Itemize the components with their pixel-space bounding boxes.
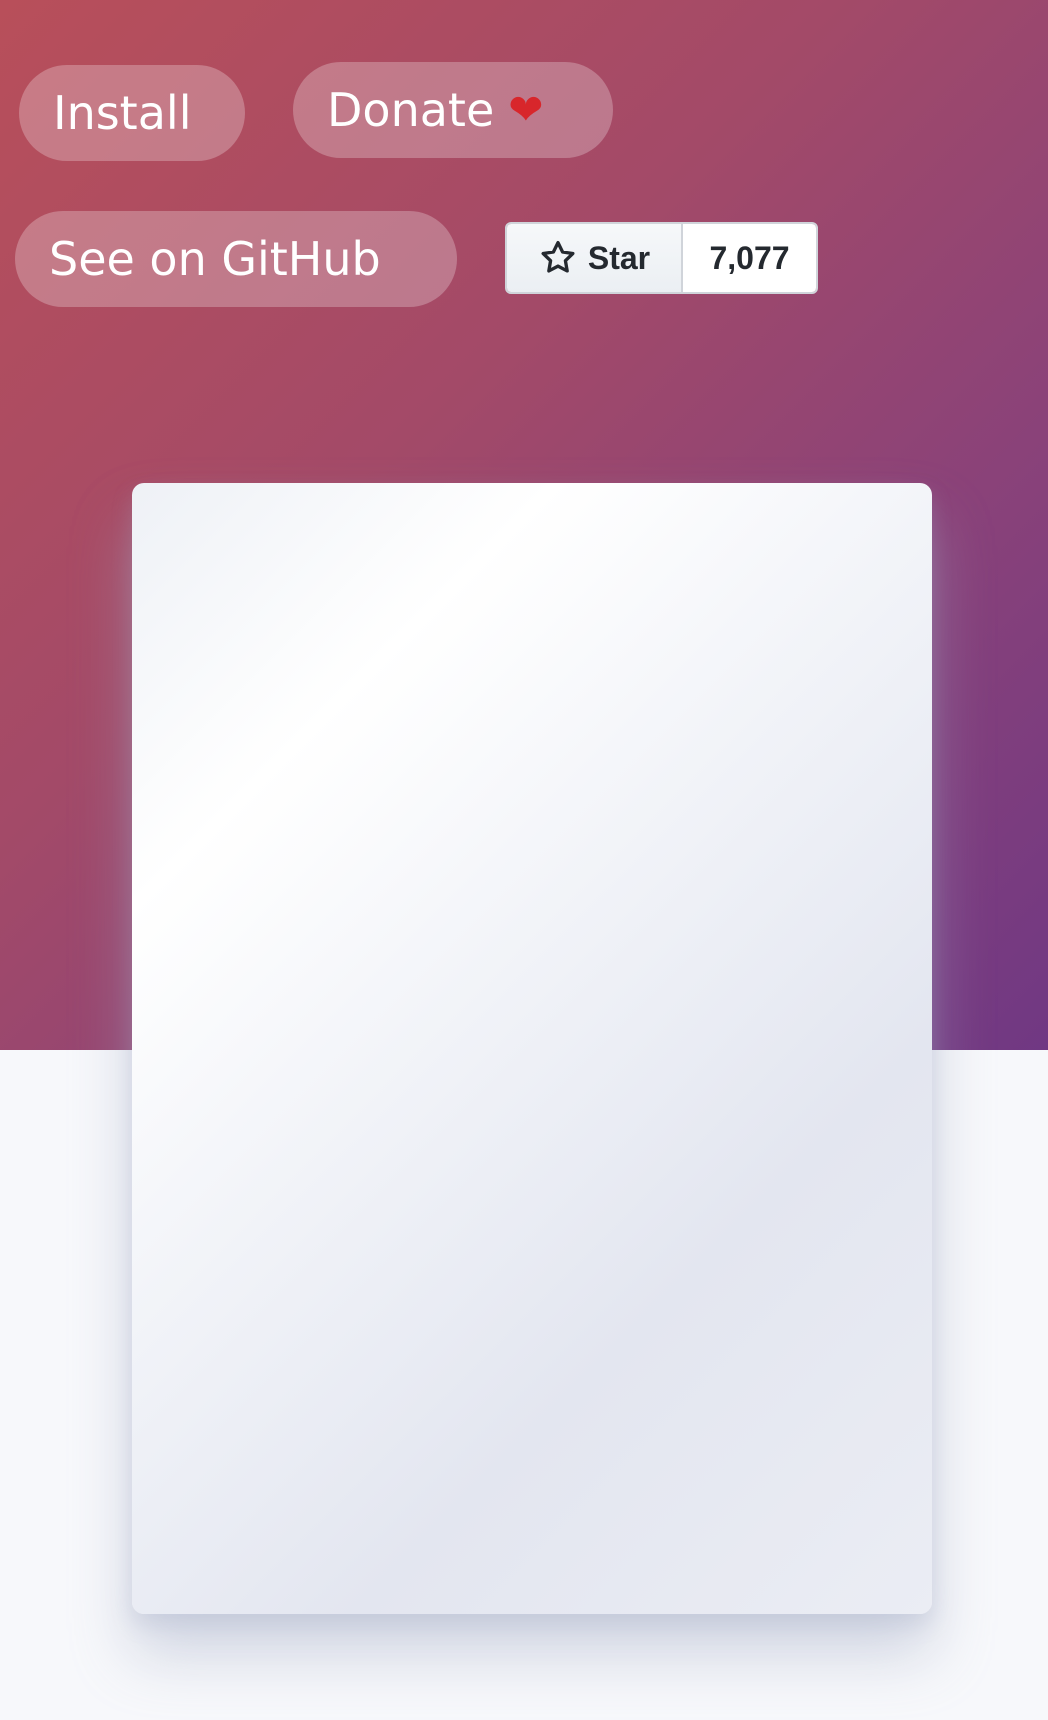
donate-button[interactable]: Donate ❤ — [293, 62, 613, 158]
preview-card — [132, 483, 932, 1614]
donate-button-label: Donate — [327, 83, 495, 137]
install-button[interactable]: Install — [19, 65, 245, 161]
install-button-label: Install — [53, 86, 192, 140]
github-star-button[interactable]: Star — [507, 224, 683, 292]
github-star-count[interactable]: 7,077 — [683, 224, 816, 292]
heart-icon: ❤ — [508, 85, 544, 134]
github-star-widget: Star 7,077 — [505, 222, 818, 294]
github-star-count-value: 7,077 — [709, 239, 790, 276]
see-on-github-button[interactable]: See on GitHub — [15, 211, 457, 307]
see-on-github-label: See on GitHub — [49, 232, 381, 286]
github-star-label: Star — [587, 239, 651, 276]
star-outline-icon — [541, 241, 575, 273]
